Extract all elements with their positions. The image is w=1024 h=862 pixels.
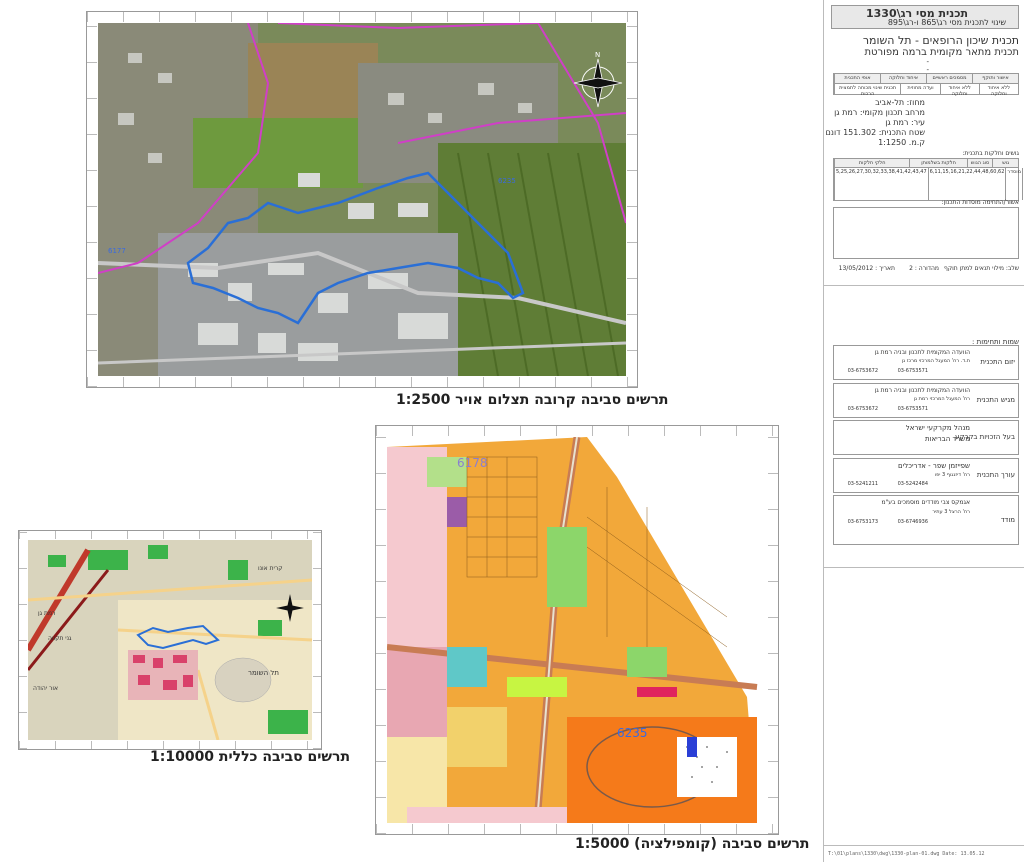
compilation-block-label-b: 6235 (617, 726, 648, 740)
general-label-savyon: גני תקווה (48, 635, 72, 642)
party-role-2: מגיש התכנית (976, 396, 1015, 404)
general-label-ramat-gan: רמת גן (38, 610, 55, 617)
district: מחוז: תל-אביב (875, 98, 925, 107)
compilation-map: 6178 6235 (387, 437, 767, 823)
svg-text:N: N (595, 51, 600, 59)
parcels-title: גושים וחלקות בתכנית: (962, 150, 1019, 157)
city: עיר: רמת גן (885, 118, 925, 127)
party-name-1: הוועדה המקומית לתכנון ובניה רמת גן (874, 349, 970, 356)
party-tel-1: 03-6753571 (897, 368, 928, 374)
aerial-block-label-a: 6235 (498, 177, 516, 185)
compilation-block-label-a: 6178 (457, 456, 488, 470)
approval-header-1: אישור ותוקף (972, 74, 1018, 83)
party-role-4: עורך התכנית (976, 471, 1015, 479)
aerial-ruler-top (87, 12, 637, 22)
party-fax-5: 03-6753173 (847, 519, 878, 525)
parcels-full: 6,11,15,16,21,22,44,48,60,62 (927, 168, 1006, 200)
parcels-header-3: חלקות בשלמותן (909, 159, 966, 167)
party-addr-2: רח' המעגל המרכזי רמת גן (913, 396, 970, 402)
party-box-4: עורך התכנית שפייזמן שפר - אדריכלים רח' ד… (833, 458, 1019, 493)
party-addr-4: רח' דיזנגוף 3 יפו (934, 472, 970, 478)
plan-title-box: תכנית מסי רג\1330 שינוי לתכנית מסי רג\86… (831, 5, 1019, 29)
parcels-header-2: סוג הגוש (966, 159, 993, 167)
approval-value-4: ללא איחוד וחלוקה (939, 84, 979, 97)
party-tel-5: 03-6746936 (897, 519, 928, 525)
general-map-frame: תל השומר רמת גן גני תקווה קרית אונו אור … (18, 530, 322, 750)
party-name-5: אגמקס צבי מודדים מוסמכים בע"מ (881, 499, 970, 506)
party-addr-5: רח' הרצל 3 עתיר (932, 509, 970, 515)
general-label-or-yehuda: אור יהודה (33, 685, 58, 692)
approval-value-1: ללא איחוד וחלוקה (978, 84, 1018, 97)
parcels-block-type: מוסדר (1005, 168, 1022, 200)
general-ruler-bottom (19, 741, 321, 749)
approval-value-3: ועדה מחוזית (900, 84, 939, 94)
parcels-header-1: גוש (992, 159, 1018, 167)
general-label-tel-hashomer: תל השומר (248, 669, 279, 677)
party-addr-1: ת.ד. רח' המעגל המרכזי מרכז גן (901, 358, 970, 364)
approval-box-title: אשור/התחימה מוסדות התכנון: (941, 199, 1019, 206)
parcels-partial: 5,25,26,27,30,32,33,38,41,42,43,47 (834, 168, 928, 200)
date: תאריך : 13/05/2012 (838, 265, 895, 272)
general-caption: תרשים סביבה כללית 1:10000 (150, 749, 351, 765)
panel-divider (824, 285, 1024, 286)
plan-dash-1: - (926, 58, 929, 66)
compilation-caption: תרשים סביבה (קומפילציה) 1:5000 (575, 836, 810, 852)
approval-value-2: תכנית שינוי מכוחה לתמצית הרכות (834, 84, 900, 97)
plan-name: תכנית שיכון הרופאים - תל השומר (862, 34, 1019, 47)
party-box-1: יזום התכנית הוועדה המקומית לתכנון ובניה … (833, 345, 1019, 380)
party-fax-2: 03-6753672 (847, 406, 878, 412)
general-ruler-left (19, 531, 27, 749)
panel-divider-3 (824, 845, 1024, 846)
edition: מהדורה : 2 (909, 265, 939, 272)
compilation-ruler-right (768, 426, 778, 834)
stage: שלב: מילוי תנאים למתן תוקף (944, 265, 1019, 272)
approval-header-4: אופי התכנית (834, 74, 880, 83)
compilation-ruler-left (376, 426, 386, 834)
plan-subtitle: שינוי לתכנית מסי רג\865 ו-רג\895 (887, 18, 1006, 27)
party-box-3: בעל הזכויות בקרקע מנהל מקרקעי ישראל משרד… (833, 420, 1019, 455)
aerial-ruler-bottom (87, 377, 637, 387)
title-block-panel: תכנית מסי רג\1330 שינוי לתכנית מסי רג\86… (823, 0, 1024, 862)
aerial-map-frame: 6235 6177 N (86, 11, 638, 388)
party-name-4: שפייזמן שפר - אדריכלים (898, 462, 970, 470)
compilation-map-frame: 6178 6235 (375, 425, 779, 835)
aerial-block-label-b: 6177 (108, 247, 126, 255)
party-name-3: מנהל מקרקעי ישראל (905, 424, 970, 432)
party-tel-2: 03-6753571 (897, 406, 928, 412)
approval-box (833, 207, 1019, 259)
compilation-ruler-bottom (376, 824, 778, 834)
file-path-footer: T:\01\plans\1330\dwg\1330-plan-01.dwg Da… (828, 851, 985, 857)
party-box-2: מגיש התכנית הוועדה המקומית לתכנון ובניה … (833, 383, 1019, 418)
party-role-1: יזום התכנית (980, 358, 1015, 366)
approval-header-3: איחוד וחלוקה (880, 74, 926, 83)
compilation-ruler-top (376, 426, 778, 436)
approval-header-2: מסמכים ראשיים (926, 74, 972, 83)
plan-area: שטח התכנית: 151.302 דונם (825, 128, 925, 137)
party-tel-4: 03-5242484 (897, 481, 928, 487)
aerial-ruler-right (627, 12, 637, 387)
plan-type: תכנית מתאר מקומית ברמה מפורטת (864, 47, 1019, 58)
approval-table-row: תכנית שינוי מכוחה לתמצית הרכות ועדה מחוז… (833, 83, 1019, 97)
general-ruler-top (19, 531, 321, 539)
panel-divider-2 (824, 567, 1024, 568)
party-fax-1: 03-6753672 (847, 368, 878, 374)
parcels-table-row: 5,25,26,27,30,32,33,38,41,42,43,47 6,11,… (833, 167, 1024, 201)
general-ruler-right (313, 531, 321, 749)
party-role-5: מודד (1000, 516, 1015, 524)
general-label-kiryat-ono: קרית אונו (258, 565, 283, 572)
party-addr-3: משרד הבריאות (924, 435, 970, 443)
planning-area: מרחב תכנון מקומי: רמת גן (834, 108, 925, 117)
general-map: תל השומר רמת גן גני תקווה קרית אונו אור … (28, 540, 312, 740)
party-box-5: מודד אגמקס צבי מודדים מוסמכים בע"מ רח' ה… (833, 495, 1019, 545)
party-fax-4: 03-5241211 (847, 481, 878, 487)
aerial-ruler-left (87, 12, 97, 387)
parcels-header-4: חלקי חלקות (834, 159, 909, 167)
plan-scale: ק.מ. 1:1250 (878, 138, 925, 147)
party-name-2: הוועדה המקומית לתכנון ובניה רמת גן (874, 387, 970, 394)
aerial-photo: 6235 6177 N (98, 23, 626, 376)
aerial-caption: תרשים סביבה קרובה תצלום אויר 1:2500 (396, 392, 669, 408)
